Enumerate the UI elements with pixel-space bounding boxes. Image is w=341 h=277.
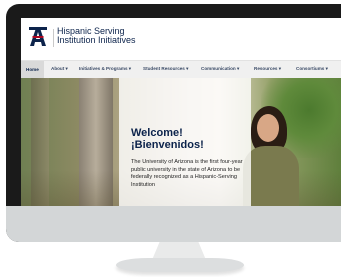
nav-item-resources[interactable]: Resources ▾ xyxy=(254,66,281,72)
site-title-line-2: Institution Initiatives xyxy=(57,35,136,45)
welcome-body-text: The University of Arizona is the first f… xyxy=(131,159,243,188)
main-navigation: Home About ▾ Initiatives & Programs ▾ St… xyxy=(21,60,341,79)
student-face xyxy=(257,114,279,142)
welcome-heading-spanish: ¡Bienvenidos! xyxy=(131,139,204,151)
university-logo-icon[interactable] xyxy=(29,27,47,47)
student-body xyxy=(243,146,299,206)
welcome-panel: Welcome! ¡Bienvenidos! The University of… xyxy=(119,78,251,206)
nav-item-student-resources[interactable]: Student Resources ▾ xyxy=(143,66,188,72)
monitor-stand-base xyxy=(116,258,244,272)
welcome-heading-english: Welcome! xyxy=(131,127,183,139)
logo-divider xyxy=(53,29,54,47)
monitor-chin xyxy=(6,206,341,242)
nav-item-communication[interactable]: Communication ▾ xyxy=(201,66,239,72)
nav-item-about[interactable]: About ▾ xyxy=(51,66,68,72)
monitor-screen: Hispanic Serving Institution Initiatives… xyxy=(21,18,341,206)
nav-item-initiatives-programs[interactable]: Initiatives & Programs ▾ xyxy=(79,66,131,72)
site-header: Hispanic Serving Institution Initiatives xyxy=(21,18,341,58)
nav-item-consortiums[interactable]: Consortiums ▾ xyxy=(296,66,328,72)
site-title[interactable]: Hispanic Serving Institution Initiatives xyxy=(57,27,136,45)
nav-item-home[interactable]: Home xyxy=(21,61,44,78)
